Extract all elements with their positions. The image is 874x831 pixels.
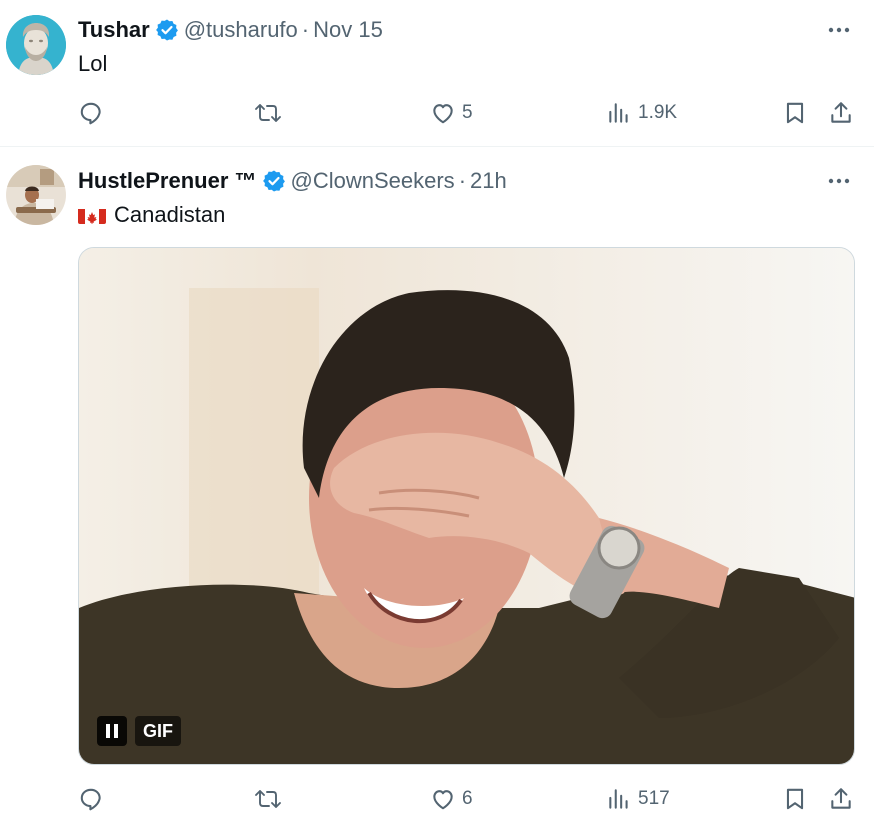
action-bar: 5 1.9K	[78, 95, 858, 131]
more-options-button[interactable]	[824, 16, 854, 44]
separator: ·	[458, 168, 467, 193]
canada-flag-icon	[78, 206, 106, 224]
like-button[interactable]: 6	[430, 781, 473, 817]
pause-button[interactable]	[97, 716, 127, 746]
bookmark-button[interactable]	[782, 781, 808, 817]
action-bar: 6 517	[78, 781, 858, 817]
author-name[interactable]: Tushar	[78, 16, 150, 44]
avatar[interactable]	[6, 15, 66, 75]
author-name[interactable]: HustlePrenuer ™	[78, 167, 257, 195]
analytics-icon	[609, 789, 628, 809]
pause-icon	[106, 724, 118, 738]
reply-button[interactable]	[78, 95, 104, 131]
bookmark-button[interactable]	[782, 95, 808, 131]
tweet-text-content: Lol	[78, 51, 108, 76]
share-button[interactable]	[828, 781, 854, 817]
verified-badge-icon	[155, 18, 179, 42]
views-count: 517	[638, 788, 670, 809]
views-count: 1.9K	[638, 102, 678, 123]
gif-badge: GIF	[97, 715, 181, 747]
reply-button[interactable]	[78, 781, 104, 817]
tweet-text-content: Canadistan	[114, 202, 226, 227]
like-button[interactable]: 5	[430, 95, 473, 131]
more-options-button[interactable]	[824, 167, 854, 195]
tweet-header: Tushar @tusharufo · Nov 15	[78, 16, 383, 44]
timestamp[interactable]: 21h	[470, 167, 507, 195]
laughing-man-gif-image	[79, 248, 854, 764]
share-button[interactable]	[828, 95, 854, 131]
statue-bust-avatar-icon	[6, 15, 66, 75]
author-handle[interactable]: @tusharufo	[184, 16, 298, 44]
retweet-button[interactable]	[254, 781, 282, 817]
retweet-icon	[255, 790, 281, 808]
author-handle[interactable]: @ClownSeekers	[291, 167, 455, 195]
analytics-icon	[609, 103, 628, 123]
person-photo-avatar-icon	[6, 165, 66, 225]
heart-icon	[433, 790, 453, 810]
like-count: 5	[462, 102, 473, 123]
share-icon	[831, 788, 851, 809]
retweet-button[interactable]	[254, 95, 282, 131]
verified-badge-icon	[262, 169, 286, 193]
timestamp[interactable]: Nov 15	[313, 16, 383, 44]
tweet-2[interactable]: HustlePrenuer ™ @ClownSeekers · 21h Cana…	[0, 146, 874, 831]
separator: ·	[301, 17, 310, 42]
tweet-text: Canadistan	[78, 201, 225, 229]
bookmark-icon	[786, 102, 804, 124]
bookmark-icon	[786, 788, 804, 810]
views-button[interactable]: 517	[606, 781, 670, 817]
reply-icon	[80, 788, 101, 811]
share-icon	[831, 102, 851, 123]
tweet-1[interactable]: Tushar @tusharufo · Nov 15 Lol 5 1.9K	[0, 0, 874, 146]
views-button[interactable]: 1.9K	[606, 95, 677, 131]
gif-label: GIF	[135, 716, 181, 746]
like-count: 6	[462, 788, 473, 809]
retweet-icon	[255, 104, 281, 122]
tweet-text: Lol	[78, 50, 107, 78]
heart-icon	[433, 104, 453, 124]
more-dots-icon	[828, 27, 850, 33]
gif-media[interactable]: GIF	[78, 247, 855, 765]
more-dots-icon	[828, 178, 850, 184]
reply-icon	[80, 102, 101, 125]
tweet-header: HustlePrenuer ™ @ClownSeekers · 21h	[78, 167, 507, 195]
avatar[interactable]	[6, 165, 66, 225]
